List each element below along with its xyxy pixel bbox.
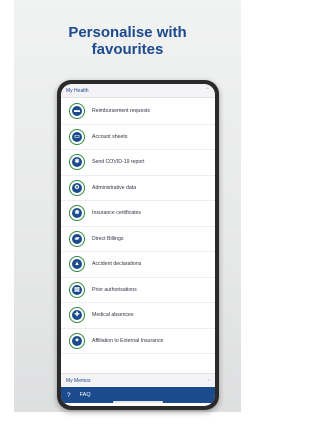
icon-glyph: ✱ xyxy=(72,157,82,168)
menu-item[interactable]: ✱ Send COVID-19 report xyxy=(61,150,215,176)
accordion-my-memos[interactable]: My Memos › xyxy=(61,373,215,387)
accordion-my-health[interactable]: My Health ⌃ xyxy=(61,84,215,98)
card-icon: ▭ xyxy=(69,128,85,145)
menu-item[interactable]: ✚ Medical absences xyxy=(61,303,215,329)
puzzle-icon: ✦ xyxy=(69,332,85,349)
home-indicator xyxy=(113,401,163,403)
chevron-up-icon: ⌃ xyxy=(204,88,210,94)
menu-item[interactable]: ❀ Insurance certificates xyxy=(61,201,215,227)
icon-glyph: ✚ xyxy=(72,310,82,321)
document-icon: ▤ xyxy=(69,281,85,298)
warning-icon: ▲ xyxy=(69,256,85,273)
headline-line-2: favourites xyxy=(91,41,164,58)
menu-list: ▬ Reimbursement requests ▭ Account sheets ✱ S… xyxy=(61,98,215,354)
help-icon: ? xyxy=(67,391,71,399)
chevron-right-icon: › xyxy=(208,377,210,384)
icon-glyph: ▬ xyxy=(72,106,82,117)
icon-glyph: ❀ xyxy=(72,208,82,219)
icon-glyph: ▭ xyxy=(72,131,82,142)
certificate-icon: ❀ xyxy=(69,205,85,222)
menu-item[interactable]: ▭ Account sheets xyxy=(61,125,215,150)
menu-item-label: Account sheets xyxy=(92,133,128,140)
menu-item-label: Direct Billings xyxy=(92,235,124,242)
medical-bag-icon: ✚ xyxy=(69,307,85,324)
truck-icon: ▰ xyxy=(69,230,85,247)
gear-icon: ⚙ xyxy=(69,179,85,196)
wallet-icon: ▬ xyxy=(69,103,85,120)
menu-item-label: Affiliation to External Insurance xyxy=(92,337,164,344)
menu-item-label: Send COVID-19 report xyxy=(92,159,145,166)
menu-item-label: Medical absences xyxy=(92,312,134,319)
icon-glyph: ▤ xyxy=(72,284,82,295)
faq-label: FAQ xyxy=(79,392,91,398)
icon-glyph: ▰ xyxy=(72,233,82,244)
virus-icon: ✱ xyxy=(69,154,85,171)
icon-glyph: ⚙ xyxy=(72,182,82,193)
menu-item[interactable]: ▰ Direct Billings xyxy=(61,227,215,252)
menu-item[interactable]: ✦ Affiliation to External Insurance xyxy=(61,329,215,354)
menu-item-label: Administrative data xyxy=(92,184,137,191)
menu-item[interactable]: ▬ Reimbursement requests xyxy=(61,99,215,125)
menu-item[interactable]: ⚙ Administrative data xyxy=(61,176,215,201)
menu-item[interactable]: ▲ Accident declarations xyxy=(61,252,215,278)
phone-screen: My Health ⌃ ▬ Reimbursement requests ▭ Acco… xyxy=(61,84,215,406)
icon-glyph: ▲ xyxy=(72,259,82,270)
phone-frame: My Health ⌃ ▬ Reimbursement requests ▭ Acco… xyxy=(57,80,219,410)
menu-item-label: Insurance certificates xyxy=(92,210,142,217)
icon-glyph: ✦ xyxy=(72,335,82,346)
menu-item[interactable]: ▤ Prior authorisations xyxy=(61,278,215,303)
memos-title: My Memos xyxy=(66,377,91,384)
menu-item-label: Accident declarations xyxy=(92,261,142,268)
menu-item-label: Prior authorisations xyxy=(92,286,137,293)
headline: Personalise with favourites xyxy=(14,24,241,58)
menu-item-label: Reimbursement requests xyxy=(92,108,150,115)
headline-line-1: Personalise with xyxy=(68,24,187,41)
accordion-title: My Health xyxy=(66,87,89,94)
